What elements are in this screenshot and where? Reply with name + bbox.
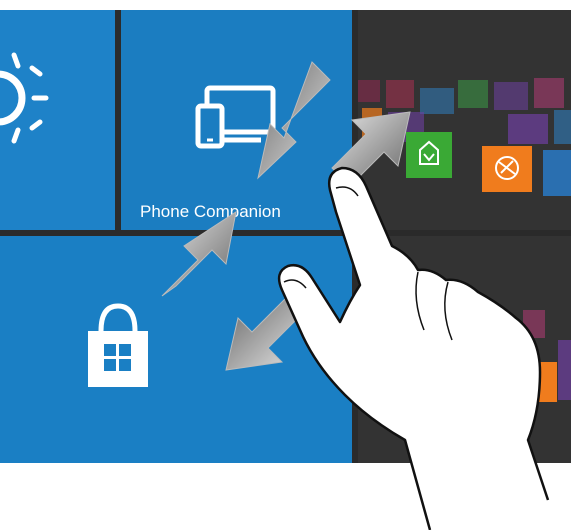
pinch-gesture-overlay <box>161 61 550 530</box>
hand-icon <box>277 166 550 530</box>
arrow-upper-left-icon <box>257 61 331 180</box>
pinch-gesture-illustration: Phone Companion <box>0 0 571 530</box>
arrow-lower-left-icon <box>161 210 237 297</box>
